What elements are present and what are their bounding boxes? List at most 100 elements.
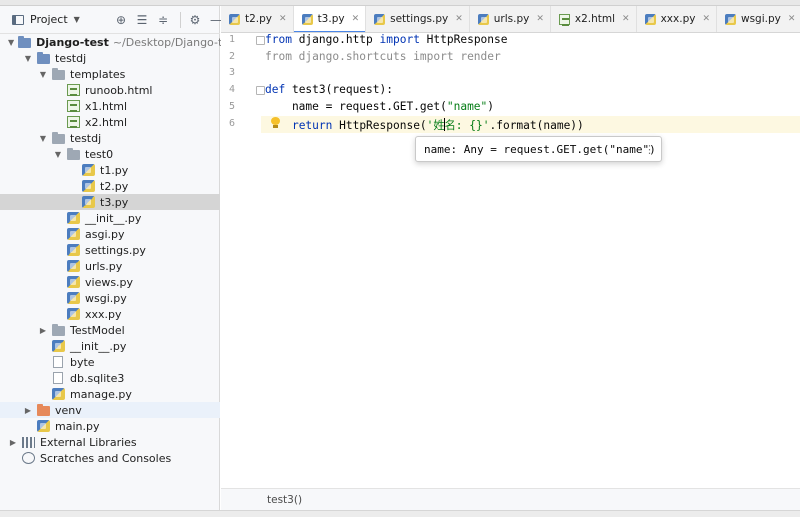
tree-item[interactable]: ▶__init__.py — [0, 210, 220, 226]
project-pane-toolbar: ⊕ ☰ ≑ ⚙ — — [112, 11, 228, 29]
tree-item[interactable]: ▶settings.py — [0, 242, 220, 258]
line-number: 1 — [228, 34, 235, 45]
tree-item-label: manage.py — [70, 387, 132, 401]
tree-item[interactable]: ▶asgi.py — [0, 226, 220, 242]
tree-item[interactable]: ▶db.sqlite3 — [0, 370, 220, 386]
lightbulb-icon[interactable] — [271, 117, 280, 129]
tree-item[interactable]: ▶runoob.html — [0, 82, 220, 98]
python-file-icon — [52, 388, 65, 400]
close-icon[interactable]: ✕ — [536, 14, 544, 24]
fold-marker-icon[interactable] — [256, 86, 265, 95]
collapse-all-icon[interactable]: ≑ — [154, 11, 172, 29]
python-file-icon — [229, 13, 240, 25]
python-file-icon — [67, 260, 80, 272]
close-icon[interactable]: ✕ — [455, 14, 463, 24]
tree-item[interactable]: ▶__init__.py — [0, 338, 220, 354]
fold-marker-icon[interactable] — [256, 36, 265, 45]
tree-item[interactable]: ▶byte — [0, 354, 220, 370]
close-icon[interactable]: ✕ — [702, 14, 710, 24]
chevron-right-icon[interactable]: ▶ — [23, 406, 33, 415]
locate-file-icon[interactable]: ⊕ — [112, 11, 130, 29]
code-line-6: return HttpResponse('姓名: {}'.format(name… — [265, 117, 584, 133]
more-options-icon[interactable]: ⋮ — [644, 143, 655, 156]
chevron-down-icon[interactable]: ▼ — [38, 134, 48, 143]
lightbulb-base — [273, 125, 278, 128]
tree-item[interactable]: ▶x1.html — [0, 98, 220, 114]
chevron-right-icon[interactable]: ▶ — [38, 326, 48, 335]
chevron-down-icon[interactable]: ▼ — [23, 54, 33, 63]
tree-item[interactable]: ▶ venv — [0, 402, 220, 418]
editor-tab[interactable]: xxx.py ✕ — [637, 6, 717, 32]
tree-item-label: wsgi.py — [85, 291, 127, 305]
python-file-icon — [67, 308, 80, 320]
tree-item[interactable]: ▼ testdj — [0, 50, 220, 66]
chevron-down-icon[interactable]: ▼ — [8, 38, 14, 47]
line-number: 3 — [228, 67, 235, 78]
tree-item[interactable]: ▶urls.py — [0, 258, 220, 274]
tab-label: xxx.py — [660, 13, 696, 25]
tab-label: x2.html — [574, 13, 616, 25]
tree-item[interactable]: ▼ test0 — [0, 146, 220, 162]
close-icon[interactable]: ✕ — [279, 14, 287, 24]
tree-item-label: db.sqlite3 — [70, 371, 125, 385]
tree-item[interactable]: ▼ Django-test ~/Desktop/Django-test — [0, 34, 239, 50]
tree-item[interactable]: ▶ External Libraries — [0, 434, 220, 450]
editor-gutter: 1 2 3 4 5 6 — [221, 33, 265, 488]
python-file-icon — [301, 13, 313, 25]
tree-item[interactable]: ▶t2.py — [0, 178, 220, 194]
chevron-down-icon[interactable]: ▼ — [38, 70, 48, 79]
tab-label: urls.py — [493, 13, 530, 25]
tree-item[interactable]: ▶ TestModel — [0, 322, 220, 338]
keyword: from — [265, 33, 292, 46]
editor-tab[interactable]: urls.py ✕ — [470, 6, 551, 32]
tree-item[interactable]: ▶views.py — [0, 274, 220, 290]
editor-tab[interactable]: wsgi.py ✕ — [717, 6, 800, 32]
code-text: ) — [487, 100, 495, 113]
chevron-right-icon[interactable]: ▶ — [8, 438, 18, 447]
tab-label: t2.py — [245, 13, 273, 25]
keyword: def — [265, 83, 286, 96]
expand-all-icon[interactable]: ☰ — [133, 11, 151, 29]
editor-tab[interactable]: t3.py ✕ — [293, 6, 367, 32]
html-file-icon — [558, 13, 570, 26]
tree-item[interactable]: ▶Scratches and Consoles — [0, 450, 220, 466]
breadcrumb-item[interactable]: test3() — [267, 494, 302, 506]
string-literal: "name" — [446, 100, 488, 113]
close-icon[interactable]: ✕ — [622, 14, 630, 24]
close-icon[interactable]: ✕ — [788, 14, 796, 24]
editor-tab[interactable]: settings.py ✕ — [366, 6, 470, 32]
tree-item-label: __init__.py — [70, 339, 127, 353]
tree-item[interactable]: ▶t3.py — [0, 194, 220, 210]
tree-item[interactable]: ▶manage.py — [0, 386, 220, 402]
tab-label: settings.py — [390, 13, 449, 25]
project-view-selector[interactable]: Project ▼ — [12, 10, 80, 30]
tree-item[interactable]: ▼ testdj — [0, 130, 220, 146]
python-file-icon — [67, 244, 80, 256]
python-file-icon — [82, 164, 95, 176]
keyword: return — [291, 119, 333, 132]
chevron-down-icon[interactable]: ▼ — [53, 150, 63, 159]
tree-item-label: byte — [70, 355, 95, 369]
tree-item[interactable]: ▶t1.py — [0, 162, 220, 178]
editor-tab[interactable]: t2.py ✕ — [221, 6, 294, 32]
tree-item-label: t1.py — [100, 163, 129, 177]
tree-item-label: templates — [70, 67, 126, 81]
tree-item[interactable]: ▶xxx.py — [0, 306, 220, 322]
type-info-tooltip: name: Any = request.GET.get("name") ⋮ — [415, 136, 662, 162]
tree-item[interactable]: ▼ templates — [0, 66, 220, 82]
gear-icon[interactable]: ⚙ — [186, 11, 204, 29]
database-file-icon — [53, 372, 63, 384]
tree-item-label: settings.py — [85, 243, 146, 257]
python-file-icon — [67, 228, 80, 240]
line-number: 6 — [228, 118, 235, 129]
project-view-label: Project — [30, 13, 68, 26]
tree-item[interactable]: ▶x2.html — [0, 114, 220, 130]
editor-tab[interactable]: x2.html ✕ — [551, 6, 637, 32]
tree-item[interactable]: ▶main.py — [0, 418, 220, 434]
tree-item[interactable]: ▶wsgi.py — [0, 290, 220, 306]
code-editor[interactable]: 1 2 3 4 5 6 from django.http import Http… — [221, 33, 800, 488]
code-text: django.http — [291, 33, 380, 46]
string-literal: 名: {}' — [444, 119, 490, 132]
tab-label: t3.py — [317, 13, 345, 25]
close-icon[interactable]: ✕ — [352, 14, 360, 24]
